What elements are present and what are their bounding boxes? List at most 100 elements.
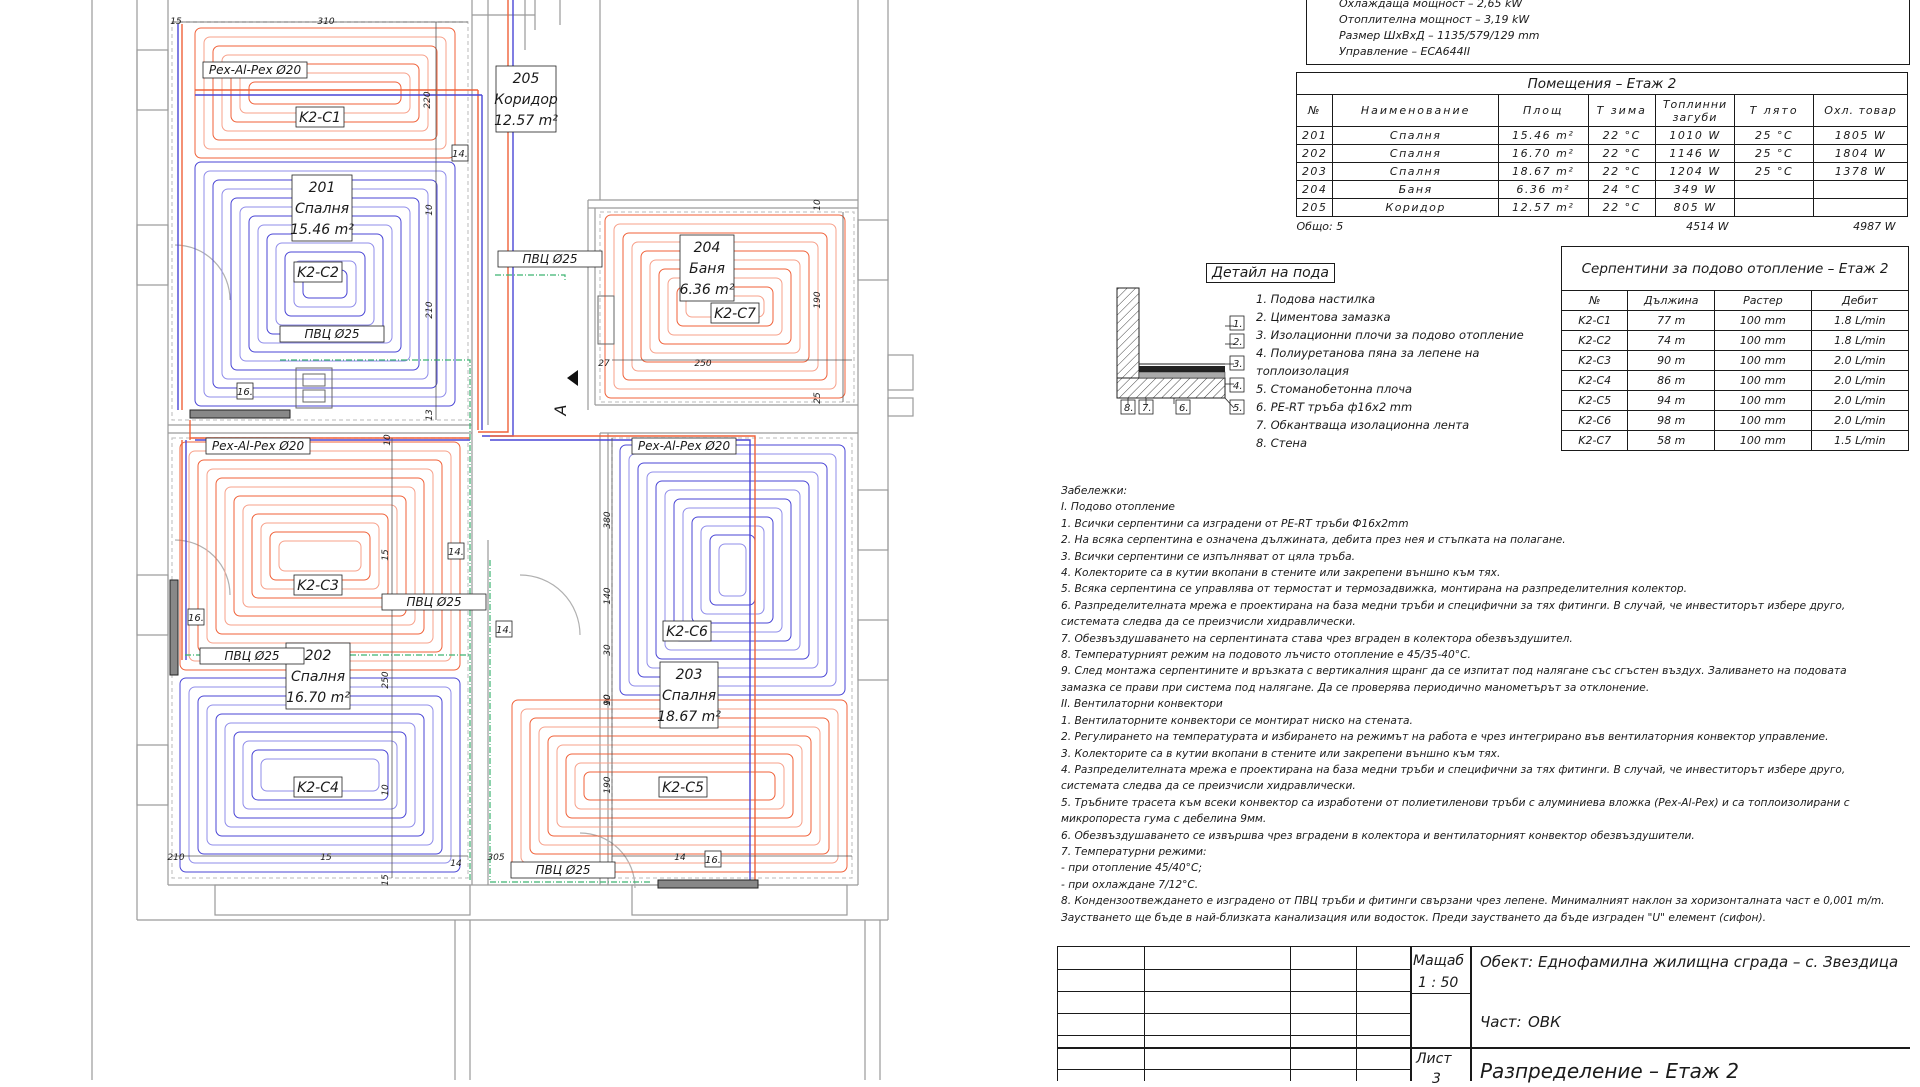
dimension-text: 250 [694,359,711,369]
coils-row: K2-C3 90 m 100 mm 2.0 L/min [1560,350,1910,371]
coil-loop [682,507,783,633]
note-line: 7. Обезвъздушаването на серпентината ста… [1061,632,1573,645]
dimension-text: 380 [603,511,613,528]
coil-loop [718,543,747,597]
note-line: системата следва да се преизчисли хидрав… [1061,780,1356,793]
note-line: 2. На всяка серпентина е означена дължин… [1061,534,1566,547]
coils-cell: 2.0 L/min [1810,410,1910,431]
note-line: замазка се прави при система под наляган… [1061,681,1650,694]
note-line: I. Подово отопление [1061,501,1175,514]
equipment-tag: 16. [188,613,204,624]
coils-header: Дължина [1627,290,1716,311]
dimension-text: 30 [603,644,613,656]
pipe-label: ПВЦ Ø25 [522,252,577,266]
pipe-label: ПВЦ Ø25 [406,595,461,609]
coils-cell: K2-C4 [1560,370,1629,391]
coils-cell: 1.8 L/min [1810,310,1910,331]
rooms-cell: 6.36 m² [1497,180,1589,199]
note-line: 3. Колекторите са в кутии вкопани в стен… [1061,747,1501,760]
dimension-text: 10 [813,199,823,211]
coil-loop [233,731,407,819]
coil-loop [206,704,434,846]
spec-line: Размер ШхВхД – 1135/579/129 mm [1339,29,1540,42]
dimension-text: 210 [425,301,435,318]
note-line: 8. Кондензоотвеждането е изградено от ПВ… [1061,895,1885,908]
room-number: 204 [694,240,721,256]
note-line: II. Вентилаторни конвектори [1061,698,1223,711]
coil-label: K2-C7 [714,306,756,322]
coils-cell: 100 mm [1714,370,1812,391]
coils-cell: 100 mm [1714,330,1812,351]
detail-item: топлоизолация [1256,364,1349,378]
rooms-cell: Коридор [1332,198,1499,217]
sheet-title: Разпределение – Етаж 2 [1480,1059,1739,1083]
sheet-value: 3 [1432,1071,1441,1087]
rooms-cell: 22 °C [1587,198,1656,217]
rooms-row: 203 Спалня 18.67 m² 22 °C 1204 W 25 °C 1378 W [1295,162,1908,181]
rooms-cell: 1204 W [1654,162,1736,181]
section-mark-label: A [551,405,570,417]
rooms-header: Т лято [1734,94,1815,127]
object-value: Еднофамилна жилищна сграда – с. Звездица [1538,953,1899,971]
rooms-header: № [1295,94,1334,127]
scale-label: Мащаб [1413,953,1465,969]
part-label: Част: [1480,1013,1522,1031]
note-line: Забележки: [1061,485,1128,497]
rooms-cell: 24 °C [1587,180,1656,199]
rooms-cell [1734,180,1815,199]
pipe-label: Pex-Al-Pex Ø20 [209,63,302,77]
rooms-cell: 15.46 m² [1497,126,1589,145]
note-line: 3. Всички серпентини се изпълняват от ця… [1061,550,1356,563]
section-mark-arrow [567,370,578,386]
room-name: Спалня [295,201,349,217]
detail-marker: 4. [1233,381,1243,392]
room-number: 202 [305,648,332,664]
pipe-label: ПВЦ Ø25 [535,863,590,877]
rooms-header: Т зима [1587,94,1656,127]
rooms-cell: Спалня [1332,144,1499,163]
rooms-cell: 18.67 m² [1497,162,1589,181]
detail-item: 6. PE-RT тръба ф16х2 mm [1256,400,1413,414]
pipe-label: ПВЦ Ø25 [304,327,359,341]
coils-table: Серпентини за подово отопление – Етаж 2 … [1560,246,1910,451]
coils-cell: 90 m [1627,350,1716,371]
pipe-label: Pex-Al-Pex Ø20 [638,439,731,453]
floor-detail-title: Детайл на пода [1206,263,1335,283]
rooms-header: Площ [1497,94,1589,127]
dimension-text: 10 [603,694,613,706]
rooms-cell: 1804 W [1813,144,1908,163]
spec-line: Охлаждаща мощност – 2,65 kW [1339,0,1523,10]
rooms-cell [1813,198,1908,217]
note-line: 2. Регулирането на температурата и избир… [1061,731,1829,744]
coils-cell: K2-C5 [1560,390,1629,411]
coil-loop [242,740,398,810]
object-label: Обект: [1480,953,1534,971]
dimension-text: 310 [317,17,334,27]
coils-cell: K2-C7 [1560,430,1629,451]
scale-value: 1 : 50 [1418,975,1459,991]
rooms-header: Охл. товар [1813,94,1908,127]
coils-cell: 94 m [1627,390,1716,411]
coil-label: K2-C4 [297,780,339,796]
detail-item: 7. Обкантваща изолационна лента [1256,418,1470,432]
coil-loop [188,686,452,864]
floor-detail-legend: 1. Подова настилка 2. Циментова замазка … [1256,292,1556,452]
convector-spec-box: Охлаждаща мощност – 2,65 kW Отоплителна … [1306,0,1910,65]
detail-marker: 6. [1179,403,1189,414]
rooms-row: 204 Баня 6.36 m² 24 °C 349 W [1295,180,1908,199]
dimension-text: 15 [170,17,182,27]
rooms-row: 205 Коридор 12.57 m² 22 °C 805 W [1295,198,1908,217]
equipment-tag: 14. [452,149,468,160]
coil-loop [269,531,371,581]
note-line: Заустването ще бъде в най-близката канал… [1061,911,1766,924]
dimension-text: 15 [381,874,391,886]
room-name: Спалня [662,688,716,704]
coils-cell: 58 m [1627,430,1716,451]
coils-row: K2-C7 58 m 100 mm 1.5 L/min [1560,430,1910,451]
rooms-header: Топлинни загуби [1654,94,1736,127]
dimension-text: 15 [320,853,332,863]
coils-row: K2-C2 74 m 100 mm 1.8 L/min [1560,330,1910,351]
coil-loop [278,540,362,572]
rooms-cell: 1378 W [1813,162,1908,181]
rooms-header: Наименование [1332,94,1499,127]
